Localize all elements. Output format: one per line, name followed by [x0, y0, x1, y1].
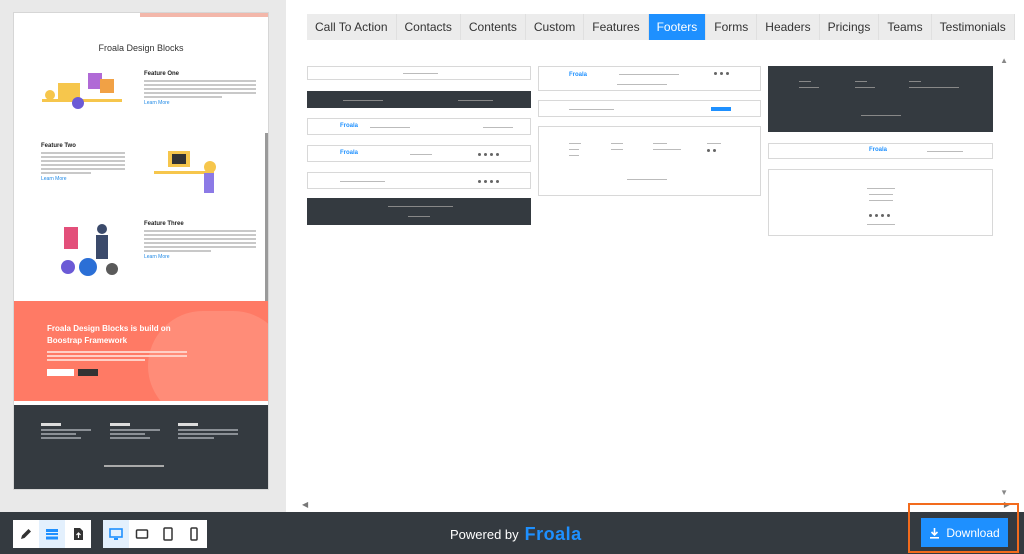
tab-custom[interactable]: Custom: [525, 14, 585, 40]
footer-block-thumb[interactable]: [538, 126, 761, 196]
download-button[interactable]: Download: [921, 518, 1008, 547]
scroll-down-arrow-icon[interactable]: ▼: [1000, 488, 1008, 497]
download-label: Download: [946, 525, 1000, 540]
tab-contents[interactable]: Contents: [460, 14, 526, 40]
phone-icon: [190, 527, 198, 541]
footer-block-thumb[interactable]: Froala: [307, 118, 531, 135]
tablet-view-button[interactable]: [155, 520, 181, 548]
tab-call-to-action[interactable]: Call To Action: [307, 14, 397, 40]
blocks-icon: [46, 529, 58, 540]
preview-pane: Froala Design Blocks Feature One Learn M…: [0, 0, 286, 512]
desktop-view-button[interactable]: [103, 520, 129, 548]
mode-tool-group: [13, 520, 91, 548]
file-export-icon: [74, 528, 83, 540]
horizontal-scrollbar[interactable]: ◀ ▶: [302, 500, 1010, 510]
powered-by-label: Powered by: [450, 527, 519, 542]
tab-testimonials[interactable]: Testimonials: [931, 14, 1015, 40]
preview-cta-primary-button[interactable]: [47, 369, 74, 376]
footer-block-thumb[interactable]: Froala: [538, 66, 761, 91]
feature-one-title: Feature One: [144, 71, 180, 77]
footer-block-thumb[interactable]: Froala: [768, 143, 993, 159]
footer-block-thumb[interactable]: [307, 66, 531, 80]
preview-title: Froala Design Blocks: [98, 43, 184, 53]
feature-two-title: Feature Two: [41, 143, 76, 149]
powered-by: Powered by Froala: [450, 524, 582, 545]
phone-view-button[interactable]: [181, 520, 207, 548]
thumb-logo: Froala: [569, 72, 588, 78]
footer-block-thumb[interactable]: [307, 198, 531, 225]
thumb-logo: Froala: [340, 150, 359, 156]
edit-button[interactable]: [13, 520, 39, 548]
preview-cta-secondary-button[interactable]: [78, 369, 98, 376]
page-preview[interactable]: Froala Design Blocks Feature One Learn M…: [13, 12, 269, 490]
scroll-up-arrow-icon[interactable]: ▲: [1000, 56, 1008, 65]
scroll-left-arrow-icon[interactable]: ◀: [302, 500, 308, 509]
feature-two: Feature Two Learn More: [41, 143, 125, 183]
tab-forms[interactable]: Forms: [706, 14, 758, 40]
device-tool-group: [103, 520, 207, 548]
tab-contacts[interactable]: Contacts: [396, 14, 461, 40]
footer-block-thumb[interactable]: [768, 66, 993, 132]
feature-one-link[interactable]: Learn More: [144, 100, 256, 107]
download-icon: [930, 527, 940, 539]
tablet-landscape-icon: [135, 529, 149, 539]
tab-footers[interactable]: Footers: [648, 14, 707, 40]
footer-block-thumb[interactable]: [768, 169, 993, 236]
footer-block-thumb[interactable]: [538, 100, 761, 117]
bottom-toolbar: Powered by Froala Download: [0, 503, 1024, 554]
preview-cta-title: Froala Design Blocks is build on Boostra…: [47, 324, 171, 345]
feature-three: Feature Three Learn More: [144, 221, 256, 261]
feature-two-illustration: [154, 151, 216, 193]
feature-one: Feature One Learn More: [144, 71, 256, 107]
export-button[interactable]: [65, 520, 91, 548]
footer-block-thumb[interactable]: Froala: [307, 145, 531, 162]
preview-top-strip: [14, 13, 268, 17]
footer-block-thumb[interactable]: [307, 172, 531, 189]
blocks-pane: Call To Action Contacts Contents Custom …: [286, 0, 1024, 512]
pencil-icon: [21, 529, 31, 539]
feature-two-link[interactable]: Learn More: [41, 176, 125, 183]
tablet-landscape-view-button[interactable]: [129, 520, 155, 548]
preview-cta-section: Froala Design Blocks is build on Boostra…: [14, 301, 268, 401]
category-tabs: Call To Action Contacts Contents Custom …: [307, 14, 1015, 40]
desktop-icon: [109, 528, 123, 540]
feature-three-link[interactable]: Learn More: [144, 254, 256, 261]
tablet-icon: [163, 527, 173, 541]
feature-one-illustration: [42, 73, 122, 109]
tab-headers[interactable]: Headers: [757, 14, 820, 40]
thumb-logo: Froala: [340, 123, 359, 129]
thumb-logo: Froala: [869, 147, 888, 153]
preview-footer: [14, 405, 268, 489]
footer-block-thumb[interactable]: [307, 91, 531, 108]
feature-three-illustration: [61, 224, 118, 276]
feature-three-title: Feature Three: [144, 221, 184, 227]
preview-scrollbar[interactable]: [265, 133, 268, 303]
tab-teams[interactable]: Teams: [879, 14, 932, 40]
blocks-button[interactable]: [39, 520, 65, 548]
tab-features[interactable]: Features: [584, 14, 649, 40]
froala-logo: Froala: [524, 524, 582, 544]
tab-pricings[interactable]: Pricings: [819, 14, 880, 40]
